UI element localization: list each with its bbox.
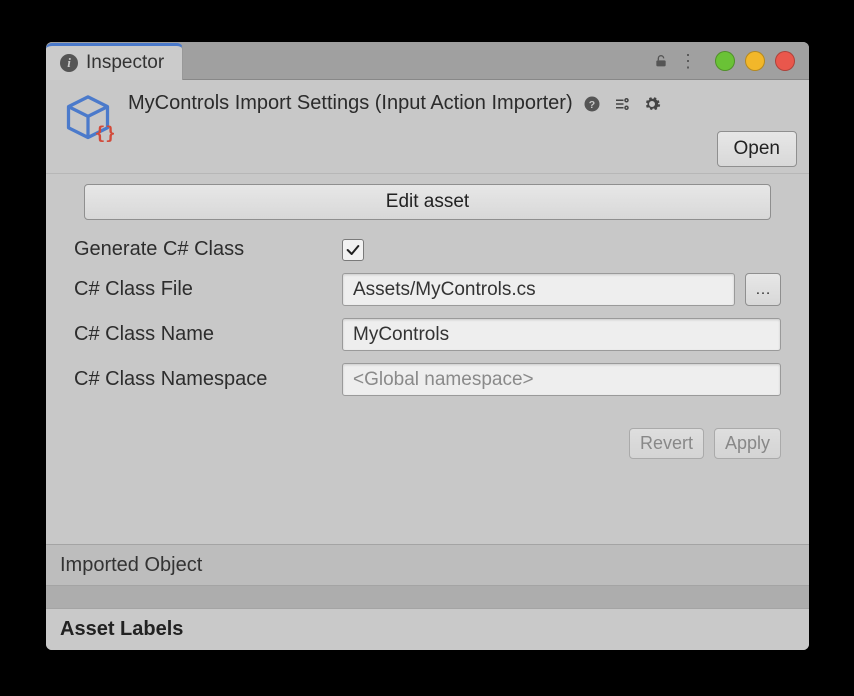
section-gap <box>46 586 809 608</box>
class-file-input[interactable]: Assets/MyControls.cs <box>342 273 735 306</box>
lock-icon[interactable] <box>653 53 669 69</box>
inspector-header: {} MyControls Import Settings (Input Act… <box>46 80 809 174</box>
svg-text:{}: {} <box>95 123 115 144</box>
tab-strip: i Inspector ⋮ <box>46 42 809 80</box>
asset-labels-section[interactable]: Asset Labels <box>46 608 809 650</box>
imported-object-label: Imported Object <box>60 554 202 577</box>
asset-labels-label: Asset Labels <box>60 618 183 641</box>
inspector-title: MyControls Import Settings (Input Action… <box>128 92 573 115</box>
tab-inspector[interactable]: i Inspector <box>46 43 183 80</box>
class-namespace-label: C# Class Namespace <box>74 368 332 391</box>
maximize-button[interactable] <box>745 51 765 71</box>
gear-icon[interactable] <box>643 95 661 113</box>
close-button[interactable] <box>775 51 795 71</box>
info-icon: i <box>60 54 78 72</box>
presets-icon[interactable] <box>613 95 631 113</box>
revert-button[interactable]: Revert <box>629 428 704 459</box>
tab-right-controls: ⋮ <box>653 42 809 79</box>
class-file-label: C# Class File <box>74 278 332 301</box>
apply-button[interactable]: Apply <box>714 428 781 459</box>
generate-class-label: Generate C# Class <box>74 238 332 261</box>
inspector-body: Edit asset Generate C# Class C# Class Fi… <box>46 184 809 396</box>
inspector-window: i Inspector ⋮ <box>46 42 809 650</box>
browse-file-button[interactable]: … <box>745 273 781 306</box>
window-traffic-lights <box>715 51 795 71</box>
imported-object-section[interactable]: Imported Object <box>46 544 809 586</box>
minimize-button[interactable] <box>715 51 735 71</box>
edit-asset-button[interactable]: Edit asset <box>84 184 771 220</box>
class-name-input[interactable]: MyControls <box>342 318 781 351</box>
asset-type-icon: {} <box>62 92 114 144</box>
open-button[interactable]: Open <box>717 131 797 167</box>
class-namespace-input[interactable]: <Global namespace> <box>342 363 781 396</box>
kebab-icon[interactable]: ⋮ <box>679 52 697 70</box>
generate-class-checkbox[interactable] <box>342 239 364 261</box>
footer-buttons: Revert Apply <box>46 408 809 459</box>
svg-text:?: ? <box>588 98 594 110</box>
class-name-label: C# Class Name <box>74 323 332 346</box>
help-icon[interactable]: ? <box>583 95 601 113</box>
tab-label: Inspector <box>86 52 164 74</box>
